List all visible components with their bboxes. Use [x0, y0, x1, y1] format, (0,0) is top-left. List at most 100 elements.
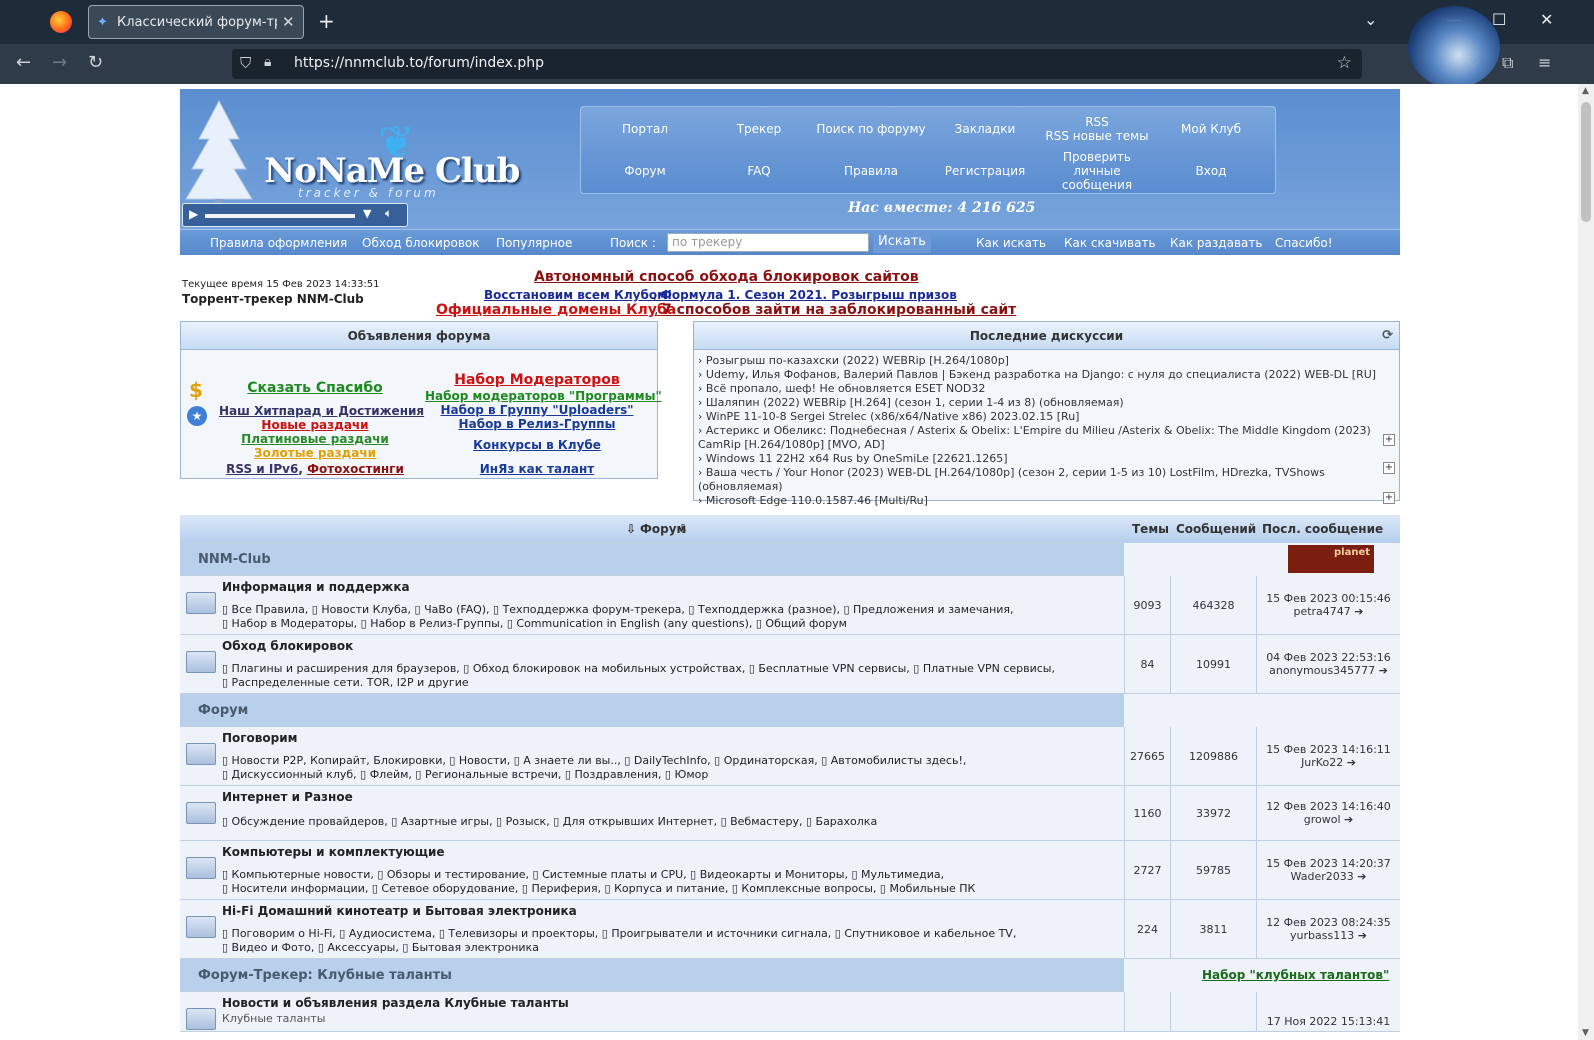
discussion-link-cont[interactable]: CamRip [H.264/1080p] [MVO, AD]	[698, 438, 885, 451]
subnav-bypass[interactable]: Обход блокировок	[362, 236, 479, 250]
alert-autonomous-bypass[interactable]: Автономный способ обхода блокировок сайт…	[534, 269, 919, 285]
programs-moderators-link[interactable]: Набор модераторов "Программы"	[425, 389, 662, 403]
discussion-link-cont[interactable]: (обновляемая)	[698, 480, 783, 493]
scroll-up-icon[interactable]: ▲	[1582, 86, 1589, 96]
shield-icon[interactable]: ⛉	[240, 54, 251, 72]
category-title[interactable]: Форум	[198, 703, 248, 718]
last-post-user[interactable]: petra4747 ➔	[1293, 605, 1363, 618]
discussion-link[interactable]: › WinPE 11-10-8 Sergei Strelec (x86/x64/…	[698, 410, 1079, 423]
subnav-how-search[interactable]: Как искать	[976, 236, 1046, 250]
forum-title[interactable]: Обход блокировок	[222, 639, 353, 653]
search-button[interactable]: Искать	[873, 232, 931, 253]
forum-title[interactable]: Поговорим	[222, 731, 297, 745]
back-icon[interactable]: ←	[16, 52, 31, 73]
last-post-user[interactable]: anonymous345777 ➔	[1269, 664, 1388, 677]
alert-restore[interactable]: Восстановим всем Клубом!	[484, 288, 672, 302]
subforum-list[interactable]: ▯ Все Правила, ▯ Новости Клуба, ▯ ЧаВо (…	[222, 603, 1014, 616]
last-post-user[interactable]: yurbass113 ➔	[1290, 929, 1367, 942]
forum-title[interactable]: Интернет и Разное	[222, 790, 353, 804]
last-post-user[interactable]: Wader2033 ➔	[1291, 870, 1367, 883]
subforum-list[interactable]: ▯ Дискуссионный клуб, ▯ Флейм, ▯ Региона…	[222, 768, 708, 781]
search-input[interactable]: по трекеру	[667, 233, 869, 252]
page-scrollbar[interactable]: ▲ ▼	[1578, 84, 1594, 1040]
languages-link[interactable]: ИнЯз как талант	[425, 462, 649, 476]
lock-icon[interactable]: 🔒︎	[264, 54, 271, 70]
uploaders-link[interactable]: Набор в Группу "Uploaders"	[425, 403, 649, 417]
hitparade-link[interactable]: Наш Хитпарад и Достижения	[219, 404, 424, 418]
nav-rules[interactable]: Правила	[813, 151, 929, 191]
nav-my-club[interactable]: Мой Клуб	[1153, 109, 1269, 149]
nav-tracker[interactable]: Трекер	[701, 109, 817, 149]
subnav-how-seed[interactable]: Как раздавать	[1170, 236, 1262, 250]
last-post-user[interactable]: growol ➔	[1304, 813, 1354, 826]
scroll-down-icon[interactable]: ▼	[1582, 1028, 1589, 1038]
subforum-list[interactable]: ▯ Набор в Модераторы, ▯ Набор в Релиз-Гр…	[222, 617, 847, 630]
nav-forum[interactable]: Форум	[587, 151, 703, 191]
forward-icon[interactable]: →	[52, 52, 67, 73]
discussion-link[interactable]: › Windows 11 22H2 x64 Rus by OneSmiLe [2…	[698, 452, 1008, 465]
subnav-popular[interactable]: Популярное	[496, 236, 572, 250]
say-thanks-link[interactable]: Сказать Спасибо	[219, 380, 411, 396]
discussion-link[interactable]: › Шаляпин (2022) WEBRip [H.264] (сезон 1…	[698, 396, 1124, 409]
chevron-down-icon[interactable]: ▼	[363, 207, 371, 220]
category-title[interactable]: NNM-Club	[198, 552, 271, 567]
nav-forum-search[interactable]: Поиск по форуму	[813, 109, 929, 149]
contests-link[interactable]: Конкурсы в Клубе	[425, 438, 649, 452]
discussion-link[interactable]: › Ваша честь / Your Honor (2023) WEB-DL …	[698, 466, 1325, 479]
nav-rss[interactable]: RSS RSS новые темы	[1039, 109, 1155, 149]
discussion-link[interactable]: › Астерикс и Обеликс: Поднебесная / Aste…	[698, 424, 1371, 437]
bookmark-star-icon[interactable]: ☆	[1337, 53, 1352, 73]
expand-plus-icon[interactable]: +	[1383, 434, 1395, 446]
nav-bookmarks[interactable]: Закладки	[927, 109, 1043, 149]
subnav-thanks[interactable]: Спасибо!	[1275, 236, 1333, 250]
release-groups-link[interactable]: Набор в Релиз-Группы	[425, 417, 649, 431]
moderators-recruit-link[interactable]: Набор Модераторов	[425, 372, 649, 388]
menu-icon[interactable]: ≡	[1538, 53, 1551, 72]
forum-title[interactable]: Hi-Fi Домашний кинотеатр и Бытовая элект…	[222, 904, 577, 918]
expand-plus-icon[interactable]: +	[1383, 462, 1395, 474]
extensions-icon[interactable]: ⧉	[1502, 53, 1513, 73]
planet-badge-icon[interactable]: planet	[1288, 545, 1374, 573]
subnav-formatting-rules[interactable]: Правила оформления	[210, 236, 347, 250]
browser-tab-active[interactable]: ✦ Классический форум-трекер ✕	[88, 5, 304, 39]
subforum-list[interactable]: ▯ Плагины и расширения для браузеров, ▯ …	[222, 662, 1055, 675]
tab-close-icon[interactable]: ✕	[282, 13, 295, 31]
photohosting-link[interactable]: Фотохостинги	[307, 462, 404, 476]
forum-title[interactable]: Информация и поддержка	[222, 580, 410, 594]
subforum-list[interactable]: Клубные таланты	[222, 1012, 325, 1025]
expand-plus-icon[interactable]: +	[1383, 492, 1395, 504]
nav-faq[interactable]: FAQ	[701, 151, 817, 191]
alert-official-domains[interactable]: Официальные домены Клуба	[436, 302, 676, 318]
subforum-list[interactable]: ▯ Видео и Фото, ▯ Аксессуары, ▯ Бытовая …	[222, 941, 539, 954]
subforum-list[interactable]: ▯ Компьютерные новости, ▯ Обзоры и тести…	[222, 868, 944, 881]
sort-down-icon[interactable]: ⇩	[626, 522, 636, 536]
nav-login[interactable]: Вход	[1153, 151, 1269, 191]
forum-title[interactable]: Новости и объявления раздела Клубные тал…	[222, 996, 569, 1010]
discussion-link[interactable]: › Всё пропало, шеф! Не обновляется ESET …	[698, 382, 985, 395]
sort-down-icon[interactable]: ⇩	[678, 522, 688, 536]
nav-register[interactable]: Регистрация	[927, 151, 1043, 191]
address-bar[interactable]: ⛉ 🔒︎ https://nnmclub.to/forum/index.php …	[232, 49, 1362, 79]
platinum-releases-link[interactable]: Платиновые раздачи	[219, 432, 411, 446]
gold-releases-link[interactable]: Золотые раздачи	[219, 446, 411, 460]
rss-ipv6-link[interactable]: RSS и IPv6	[226, 462, 298, 476]
discussion-link[interactable]: › Udemy, Илья Фофанов, Валерий Павлов | …	[698, 368, 1376, 381]
nav-portal[interactable]: Портал	[587, 109, 703, 149]
subforum-list[interactable]: ▯ Распределенные сети. TOR, I2P и другие	[222, 676, 469, 689]
alert-7-ways[interactable]: 7 способов зайти на заблокированный сайт	[662, 302, 1016, 318]
club-talents-recruit-link[interactable]: Набор "клубных талантов"	[1202, 968, 1389, 982]
category-title[interactable]: Форум-Трекер: Клубные таланты	[198, 968, 452, 983]
site-logo[interactable]: NoNaMe Club	[264, 151, 520, 191]
reload-icon[interactable]: ↻	[88, 52, 103, 73]
discussion-link[interactable]: › Розыгрыш по-казахски (2022) WEBRip [H.…	[698, 354, 1009, 367]
subforum-list[interactable]: ▯ Поговорим о Hi-Fi, ▯ Аудиосистема, ▯ Т…	[222, 927, 1016, 940]
subforum-list[interactable]: ▯ Носители информации, ▯ Сетевое оборудо…	[222, 882, 975, 895]
close-window-button[interactable]: ✕	[1540, 10, 1553, 29]
tab-list-icon[interactable]: ⌄	[1364, 10, 1377, 29]
alert-formula1[interactable]: Формула 1. Сезон 2021. Розыгрыш призов	[660, 288, 957, 302]
forum-title[interactable]: Компьютеры и комплектующие	[222, 845, 445, 859]
url-text[interactable]: https://nnmclub.to/forum/index.php	[294, 55, 544, 71]
new-tab-button[interactable]: +	[318, 9, 335, 33]
discussion-link[interactable]: › Microsoft Edge 110.0.1587.46 [Multi/Ru…	[698, 494, 928, 507]
play-icon[interactable]: ▶	[189, 207, 198, 221]
